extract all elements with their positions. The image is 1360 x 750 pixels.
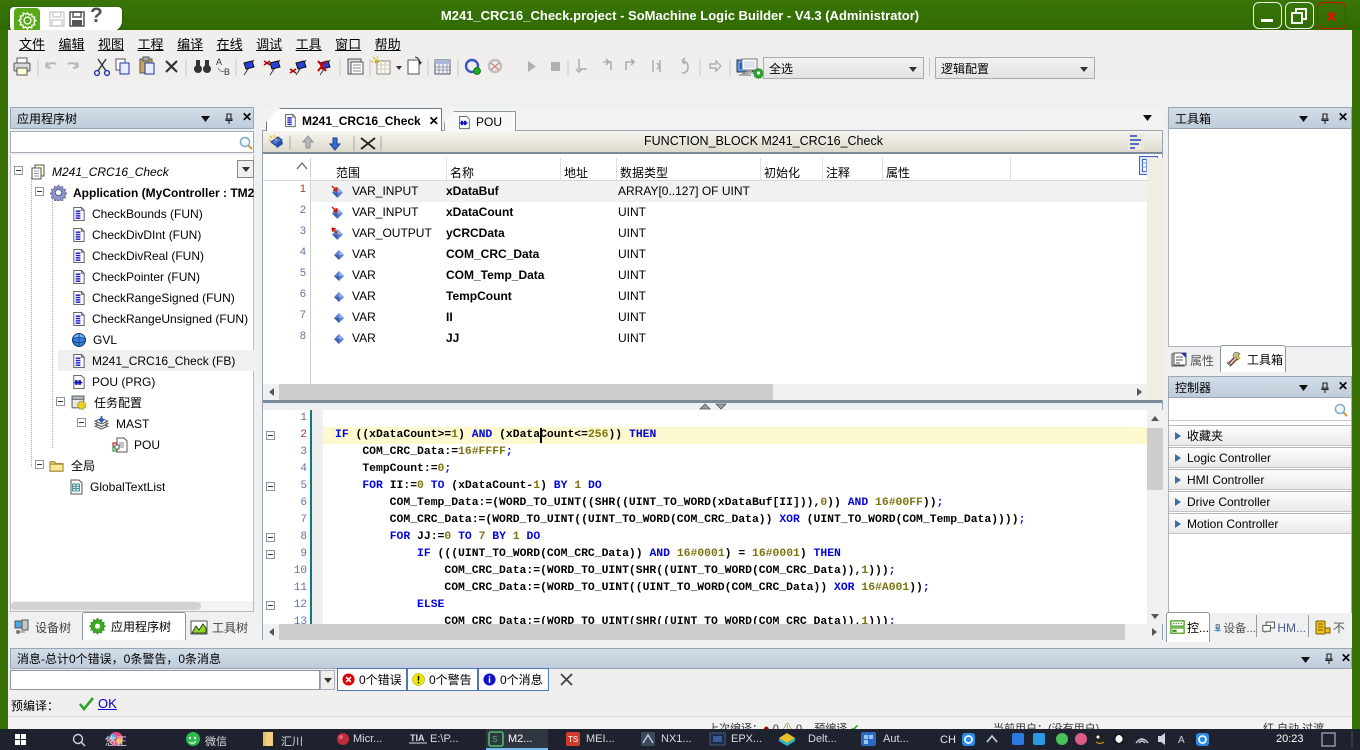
- svg-text:B: B: [224, 67, 230, 77]
- svg-text:S: S: [492, 735, 497, 744]
- svg-text:TS: TS: [568, 735, 578, 744]
- svg-text:A: A: [1178, 735, 1185, 746]
- svg-text:TIA: TIA: [410, 733, 425, 743]
- svg-text:A: A: [216, 57, 222, 67]
- svg-text:CH: CH: [940, 734, 956, 746]
